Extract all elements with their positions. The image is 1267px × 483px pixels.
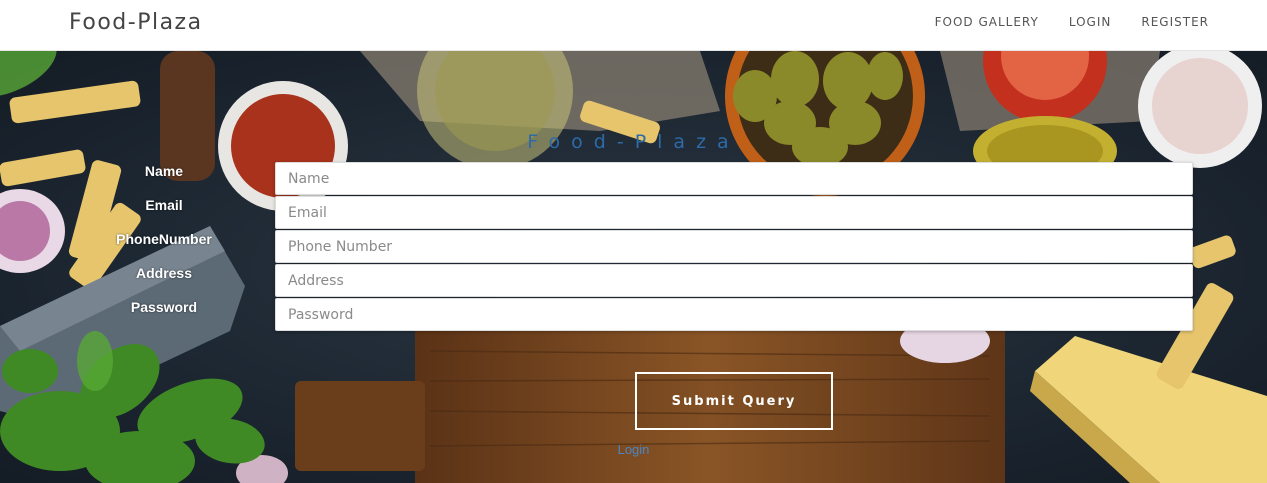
brand-logo[interactable]: Food-Plaza — [69, 10, 203, 35]
nav-links: FOOD GALLERY LOGIN REGISTER — [935, 15, 1209, 29]
phone-number-label: PhoneNumber — [116, 231, 212, 247]
email-label: Email — [145, 197, 183, 213]
nav-login[interactable]: LOGIN — [1069, 15, 1112, 29]
email-input[interactable] — [275, 196, 1193, 229]
submit-query-button[interactable]: Submit Query — [635, 372, 833, 430]
name-label: Name — [144, 163, 184, 179]
form-title: Food-Plaza — [527, 131, 740, 153]
login-link[interactable]: Login — [0, 442, 1267, 457]
password-label: Password — [130, 299, 198, 315]
address-input[interactable] — [275, 264, 1193, 297]
password-input[interactable] — [275, 298, 1193, 331]
name-input[interactable] — [275, 162, 1193, 195]
nav-food-gallery[interactable]: FOOD GALLERY — [935, 15, 1039, 29]
navbar: Food-Plaza FOOD GALLERY LOGIN REGISTER — [0, 0, 1267, 51]
phone-number-input[interactable] — [275, 230, 1193, 263]
address-label: Address — [135, 265, 193, 281]
nav-register[interactable]: REGISTER — [1141, 15, 1209, 29]
